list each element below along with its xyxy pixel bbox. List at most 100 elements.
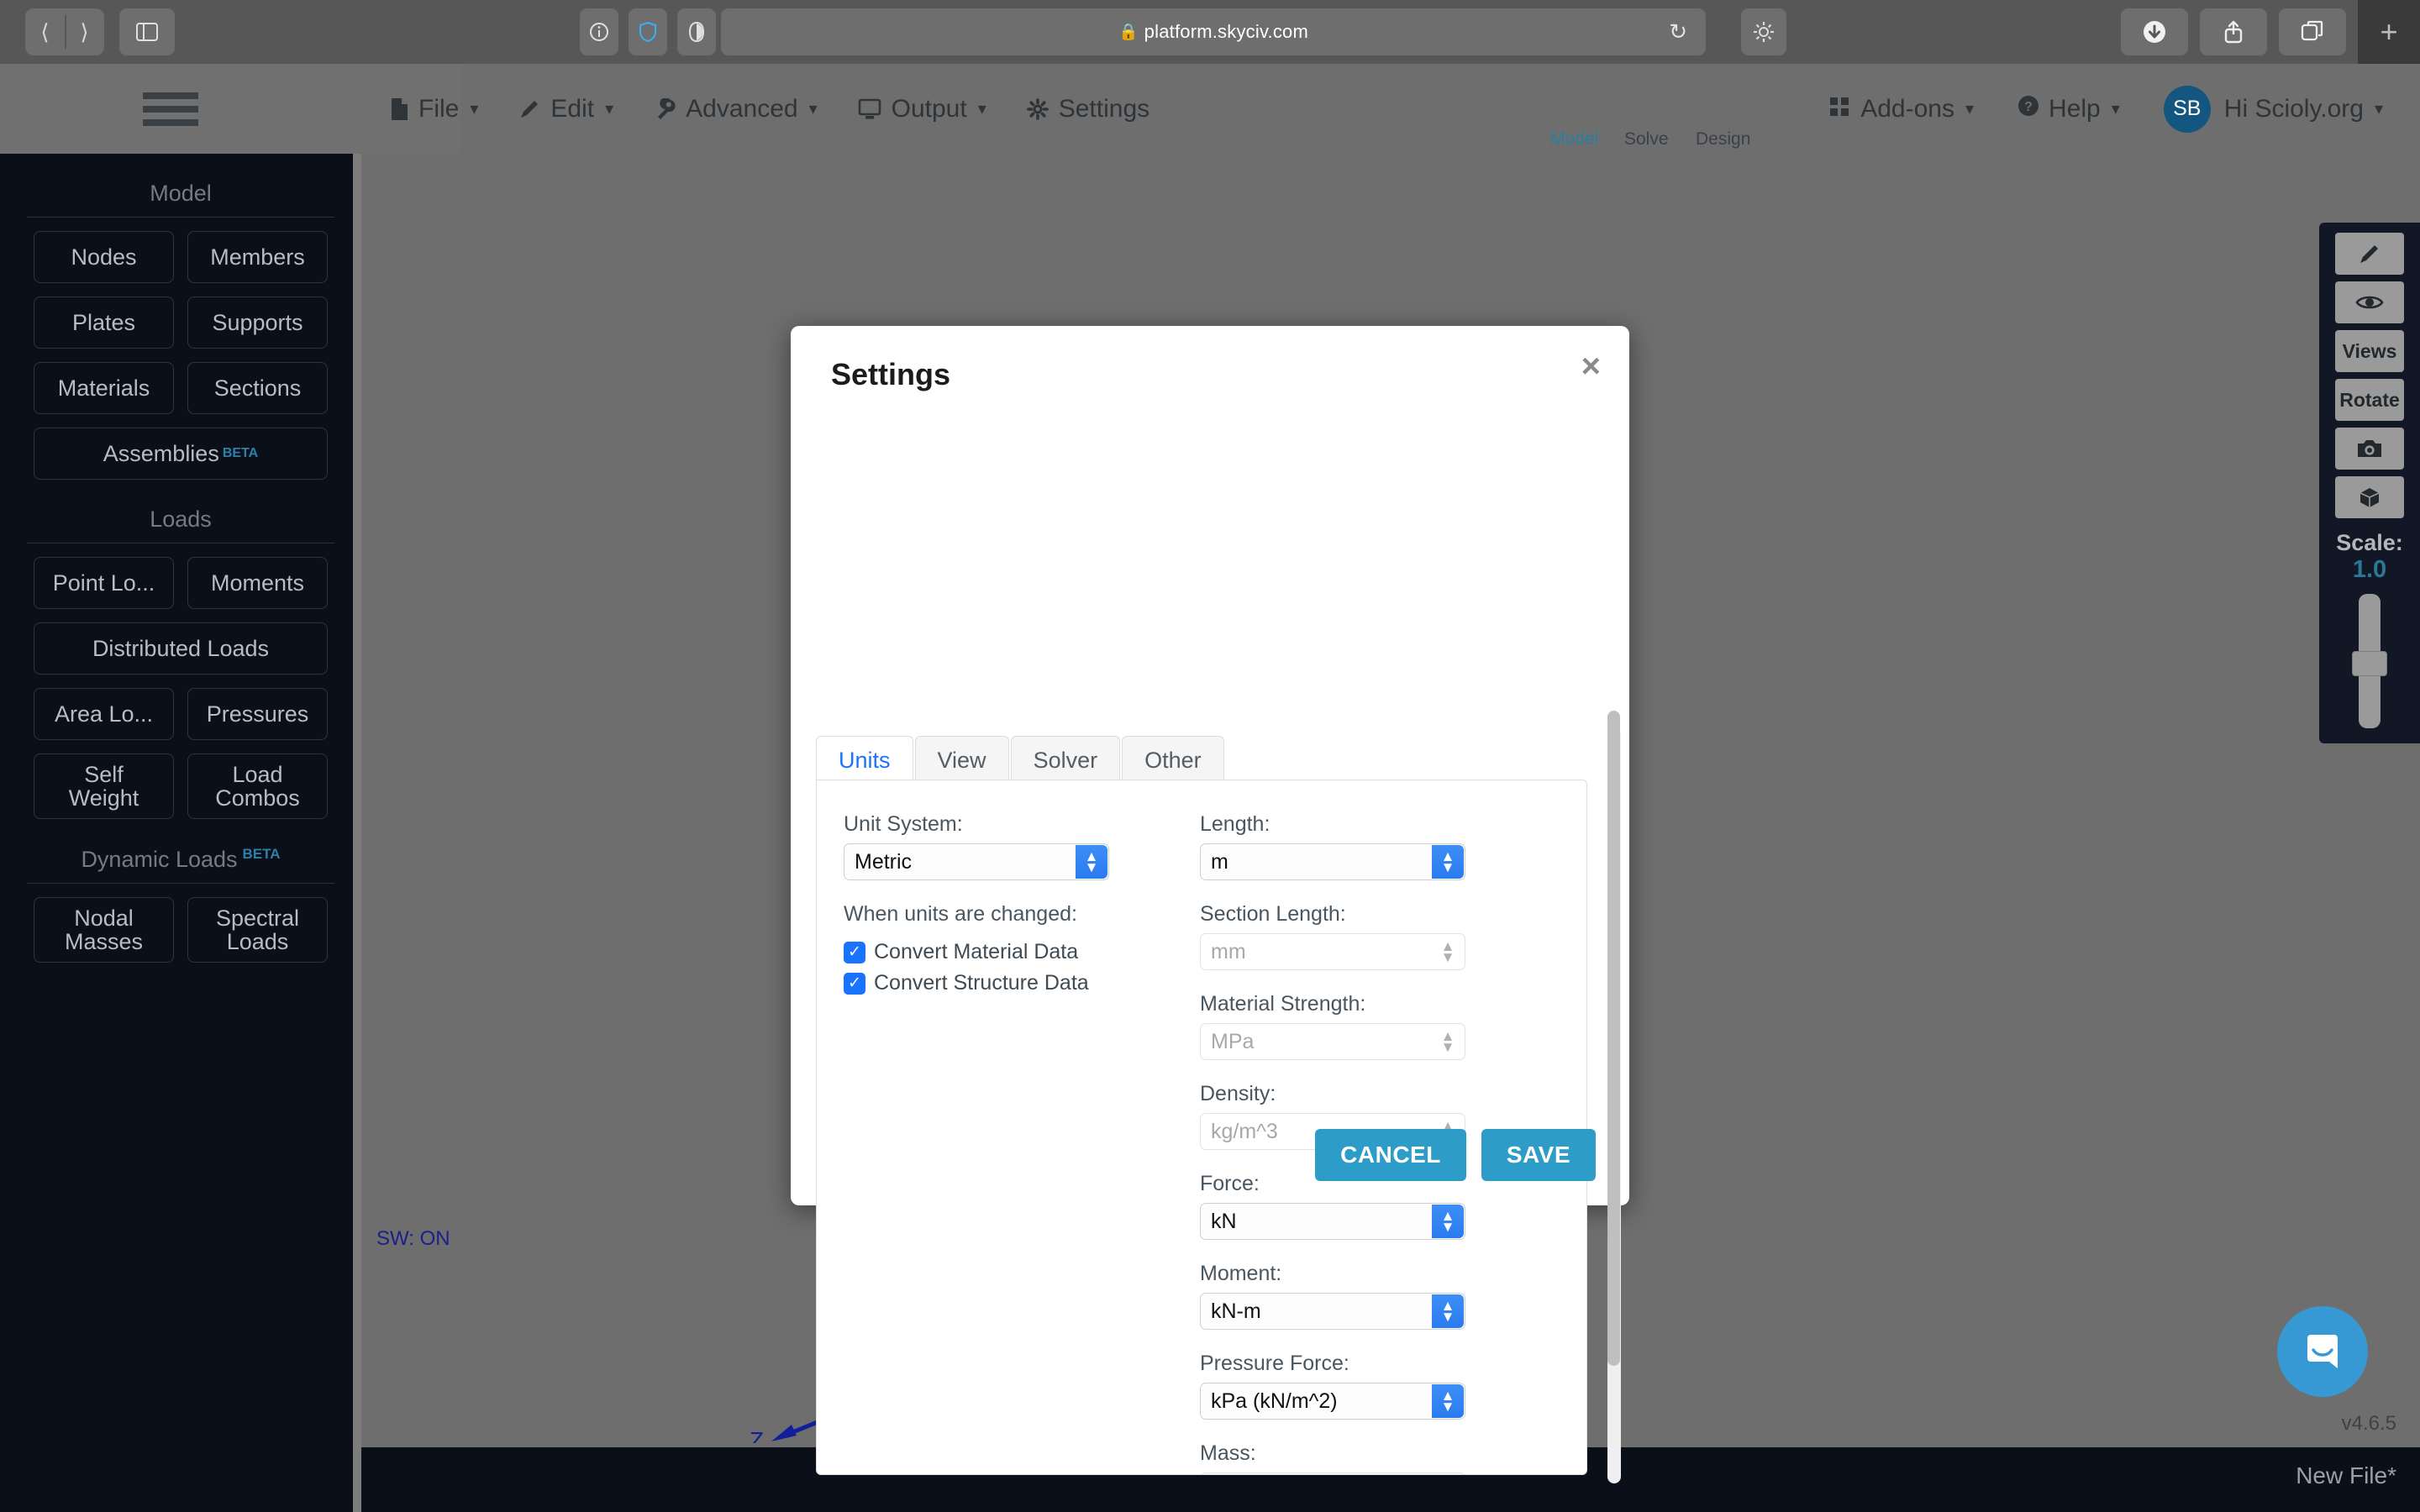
browser-chrome: ⟨ ⟩ 🔒 platform.skyciv.com ↻ +	[0, 0, 2420, 64]
extension-icon[interactable]	[1741, 8, 1786, 55]
camera-icon[interactable]	[2335, 428, 2404, 470]
sidebar-button-label: Plates	[71, 309, 136, 335]
cancel-button[interactable]: CANCEL	[1315, 1129, 1466, 1181]
chevron-down-icon: ▼	[1440, 859, 1455, 875]
select-force[interactable]: kN ▲ ▼	[1200, 1203, 1465, 1240]
unit-field-label: Pressure Force:	[1200, 1352, 1349, 1375]
stepper-icon[interactable]: ▲ ▼	[1432, 1205, 1464, 1238]
views-button[interactable]: Views	[2335, 330, 2404, 372]
svg-text:?: ?	[2024, 100, 2033, 114]
sidebar-button-supports[interactable]: Supports	[187, 297, 328, 349]
sidebar-button-label: Nodal Masses	[64, 905, 144, 954]
question-icon: ?	[2018, 95, 2039, 123]
eye-icon[interactable]	[2335, 281, 2404, 323]
unit-field-group: Material Strength: MPa ▲ ▼	[1200, 992, 1556, 1060]
sidebar-button-sections[interactable]: Sections	[187, 362, 328, 414]
select-length[interactable]: m ▲ ▼	[1200, 843, 1465, 880]
select-pressure-force[interactable]: kPa (kN/m^2) ▲ ▼	[1200, 1383, 1465, 1420]
addons-menu[interactable]: Add-ons ▾	[1807, 95, 1996, 123]
stepper-icon[interactable]: ▲ ▼	[1432, 1294, 1464, 1328]
menu-item-label: Edit	[550, 94, 595, 123]
download-icon[interactable]	[2121, 8, 2188, 55]
sidebar-button-members[interactable]: Members	[187, 231, 328, 283]
menu-item-file[interactable]: File ▾	[370, 64, 498, 154]
close-icon[interactable]: ×	[1581, 349, 1601, 383]
hamburger-menu-icon[interactable]	[143, 92, 198, 126]
sidebar-button-load-combos[interactable]: Load Combos	[187, 753, 328, 819]
sidebar-button-nodes[interactable]: Nodes	[34, 231, 174, 283]
stepper-icon[interactable]: ▲ ▼	[1432, 845, 1464, 879]
chevron-down-icon: ▼	[1440, 1399, 1455, 1415]
checkbox-checked-icon[interactable]: ✓	[844, 972, 865, 995]
chevron-down-icon: ▾	[605, 100, 614, 118]
reload-icon[interactable]: ↻	[1669, 19, 1687, 45]
tab-solver[interactable]: Solver	[1010, 736, 1121, 785]
sidebar-button-plates[interactable]: Plates	[34, 297, 174, 349]
pencil-icon[interactable]	[2335, 233, 2404, 275]
unit-field-group: Section Length: mm ▲ ▼	[1200, 902, 1556, 970]
beta-badge: BETA	[222, 445, 259, 460]
tab-overview-icon[interactable]	[2279, 8, 2346, 55]
sidebar-scrollbar[interactable]	[353, 154, 361, 1512]
current-filename: New File*	[2296, 1462, 2396, 1488]
account-menu[interactable]: SB Hi Scioly.org ▾	[2142, 85, 2420, 133]
save-button[interactable]: SAVE	[1481, 1129, 1596, 1181]
progress-label-design: Design	[1696, 129, 1751, 149]
checkbox-row[interactable]: ✓ Convert Structure Data	[844, 971, 1200, 995]
scale-slider[interactable]	[2352, 594, 2387, 728]
sidebar-button-pressures[interactable]: Pressures	[187, 688, 328, 740]
menu-item-advanced[interactable]: Advanced ▾	[634, 64, 837, 154]
reader-view-icon[interactable]	[677, 8, 716, 55]
checkbox-checked-icon[interactable]: ✓	[844, 941, 865, 963]
sidebar-button-label: Materials	[57, 375, 150, 401]
menu-item-edit[interactable]: Edit ▾	[498, 64, 634, 154]
file-icon	[390, 97, 408, 121]
menu-item-output[interactable]: Output ▾	[838, 64, 1007, 154]
sidebar-button-label: Nodes	[71, 244, 137, 270]
tab-other[interactable]: Other	[1122, 736, 1224, 785]
sidebar-button-self-weight[interactable]: Self Weight	[34, 753, 174, 819]
stepper-icon[interactable]: ▲ ▼	[1076, 845, 1107, 879]
back-arrow-icon[interactable]: ⟨	[25, 19, 65, 45]
sidebar-button-grid: Point Lo... Moments Distributed Loads Area …	[17, 557, 345, 819]
forward-arrow-icon[interactable]: ⟩	[65, 19, 104, 45]
rotate-button[interactable]: Rotate	[2335, 379, 2404, 421]
left-sidebar: Model Nodes Members Plates Supports Materials…	[0, 154, 361, 1512]
address-bar[interactable]: 🔒 platform.skyciv.com ↻	[721, 8, 1706, 55]
main-menu: File ▾ Edit ▾ Advanced ▾ Output ▾ Settin…	[370, 64, 1170, 154]
select-moment[interactable]: kN-m ▲ ▼	[1200, 1293, 1465, 1330]
unit-system-label: Unit System:	[844, 812, 963, 836]
sidebar-toggle-icon[interactable]	[119, 8, 175, 55]
help-menu[interactable]: ? Help ▾	[1996, 95, 2142, 123]
tab-view[interactable]: View	[914, 736, 1009, 785]
share-icon[interactable]	[2200, 8, 2267, 55]
grid-icon	[1829, 95, 1849, 123]
cube-icon[interactable]	[2335, 476, 2404, 518]
right-tool-panel: Views Rotate Scale: 1.0	[2319, 223, 2420, 743]
stepper-icon[interactable]: ▲ ▼	[1432, 1384, 1464, 1418]
menu-item-settings[interactable]: Settings	[1007, 64, 1170, 154]
checkbox-row[interactable]: ✓ Convert Material Data	[844, 940, 1200, 964]
divider	[27, 883, 334, 884]
scale-slider-handle[interactable]	[2352, 651, 2387, 676]
stepper-icon: ▲▼	[1432, 1474, 1464, 1475]
unit-field-group: Length: m ▲ ▼	[1200, 812, 1556, 880]
tab-units[interactable]: Units	[816, 736, 913, 785]
dialog-scrollbar-thumb[interactable]	[1607, 711, 1620, 1366]
unit-system-select[interactable]: Metric ▲ ▼	[844, 843, 1109, 880]
sidebar-button-nodal-masses[interactable]: Nodal Masses	[34, 897, 174, 963]
sidebar-button-moments[interactable]: Moments	[187, 557, 328, 609]
shield-icon[interactable]	[629, 8, 667, 55]
new-tab-icon[interactable]: +	[2358, 0, 2420, 64]
chat-bubble-icon[interactable]	[2277, 1306, 2368, 1397]
sidebar-section-title: Loads	[17, 507, 345, 543]
sidebar-button-distributed-loads[interactable]: Distributed Loads	[34, 622, 328, 675]
sidebar-button-spectral-loads[interactable]: Spectral Loads	[187, 897, 328, 963]
sidebar-button-assemblies[interactable]: Assemblies BETA	[34, 428, 328, 480]
sidebar-button-point-lo[interactable]: Point Lo...	[34, 557, 174, 609]
sidebar-button-area-lo[interactable]: Area Lo...	[34, 688, 174, 740]
chevron-down-icon: ▼	[1440, 1309, 1455, 1325]
info-icon[interactable]	[580, 8, 618, 55]
sidebar-button-materials[interactable]: Materials	[34, 362, 174, 414]
monitor-icon	[858, 98, 881, 120]
